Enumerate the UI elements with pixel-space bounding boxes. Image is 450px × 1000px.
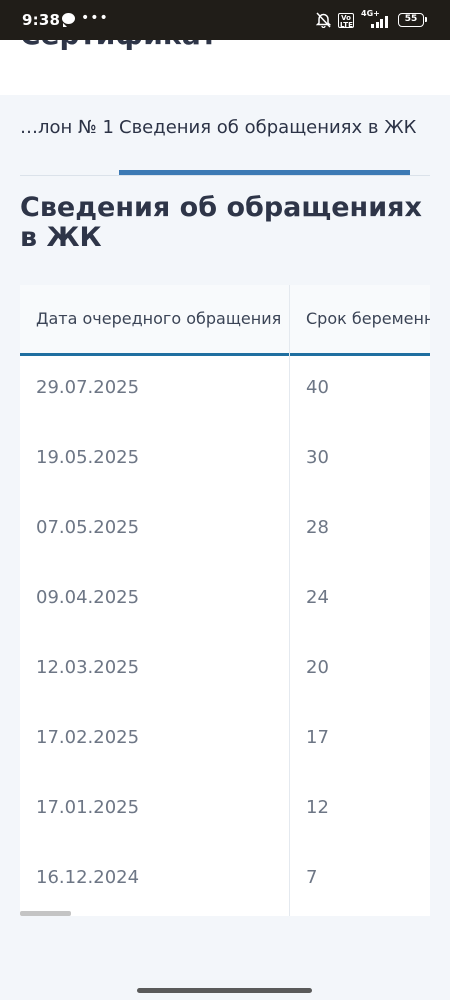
volte-icon: Vo LTE <box>338 12 354 29</box>
table-row: 19.05.2025 30 <box>20 425 430 495</box>
table-row: 07.05.2025 28 <box>20 495 430 565</box>
table-row: 16.12.2024 7 <box>20 845 430 915</box>
table-row: 17.01.2025 12 <box>20 775 430 845</box>
cell-term: 24 <box>306 587 329 608</box>
cell-term: 17 <box>306 727 329 748</box>
cell-date: 29.07.2025 <box>36 377 140 398</box>
signal-icon: 4G+ <box>361 9 391 28</box>
cell-date: 19.05.2025 <box>36 447 140 468</box>
tab-appeals-info[interactable]: Сведения об обращениях в ЖК <box>119 117 416 138</box>
cell-term: 20 <box>306 657 329 678</box>
cell-date: 17.01.2025 <box>36 797 140 818</box>
table-row: 09.04.2025 24 <box>20 565 430 635</box>
more-dots-icon: ••• <box>81 10 109 26</box>
page-title-partial: Сертификат <box>20 40 217 51</box>
horizontal-scrollbar[interactable] <box>20 911 71 916</box>
status-bar: 9:38 ••• Vo LTE 4G+ 55 <box>0 0 450 40</box>
cell-term: 30 <box>306 447 329 468</box>
cell-term: 28 <box>306 517 329 538</box>
column-header-date[interactable]: Дата очередного обращения <box>36 309 281 328</box>
table-row: 12.03.2025 20 <box>20 635 430 705</box>
home-indicator[interactable] <box>137 988 312 993</box>
status-left-icons: ••• <box>62 10 109 27</box>
cell-date: 17.02.2025 <box>36 727 140 748</box>
appeals-table[interactable]: Дата очередного обращения Срок беременн … <box>20 285 430 916</box>
section-title: Сведения об обращениях в ЖК <box>20 192 422 253</box>
table-row: 29.07.2025 40 <box>20 355 430 425</box>
chat-icon <box>62 12 75 27</box>
tabs-bar: …лон № 1 Сведения об обращениях в ЖК <box>0 96 450 176</box>
column-header-term[interactable]: Срок беременн <box>306 309 430 328</box>
cell-date: 07.05.2025 <box>36 517 140 538</box>
table-header: Дата очередного обращения Срок беременн <box>20 285 430 355</box>
battery-icon: 55 <box>398 13 427 27</box>
cell-term: 7 <box>306 867 318 888</box>
cell-date: 12.03.2025 <box>36 657 140 678</box>
cell-date: 16.12.2024 <box>36 867 140 888</box>
status-time: 9:38 <box>22 11 61 29</box>
tab-previous[interactable]: …лон № 1 <box>20 117 114 138</box>
table-row: 17.02.2025 17 <box>20 705 430 775</box>
cell-term: 40 <box>306 377 329 398</box>
bell-muted-icon <box>315 12 332 29</box>
tabs-divider <box>20 175 430 176</box>
top-header-card: Сертификат <box>0 40 450 95</box>
cell-date: 09.04.2025 <box>36 587 140 608</box>
cell-term: 12 <box>306 797 329 818</box>
status-right-icons: Vo LTE 4G+ 55 <box>315 9 427 29</box>
